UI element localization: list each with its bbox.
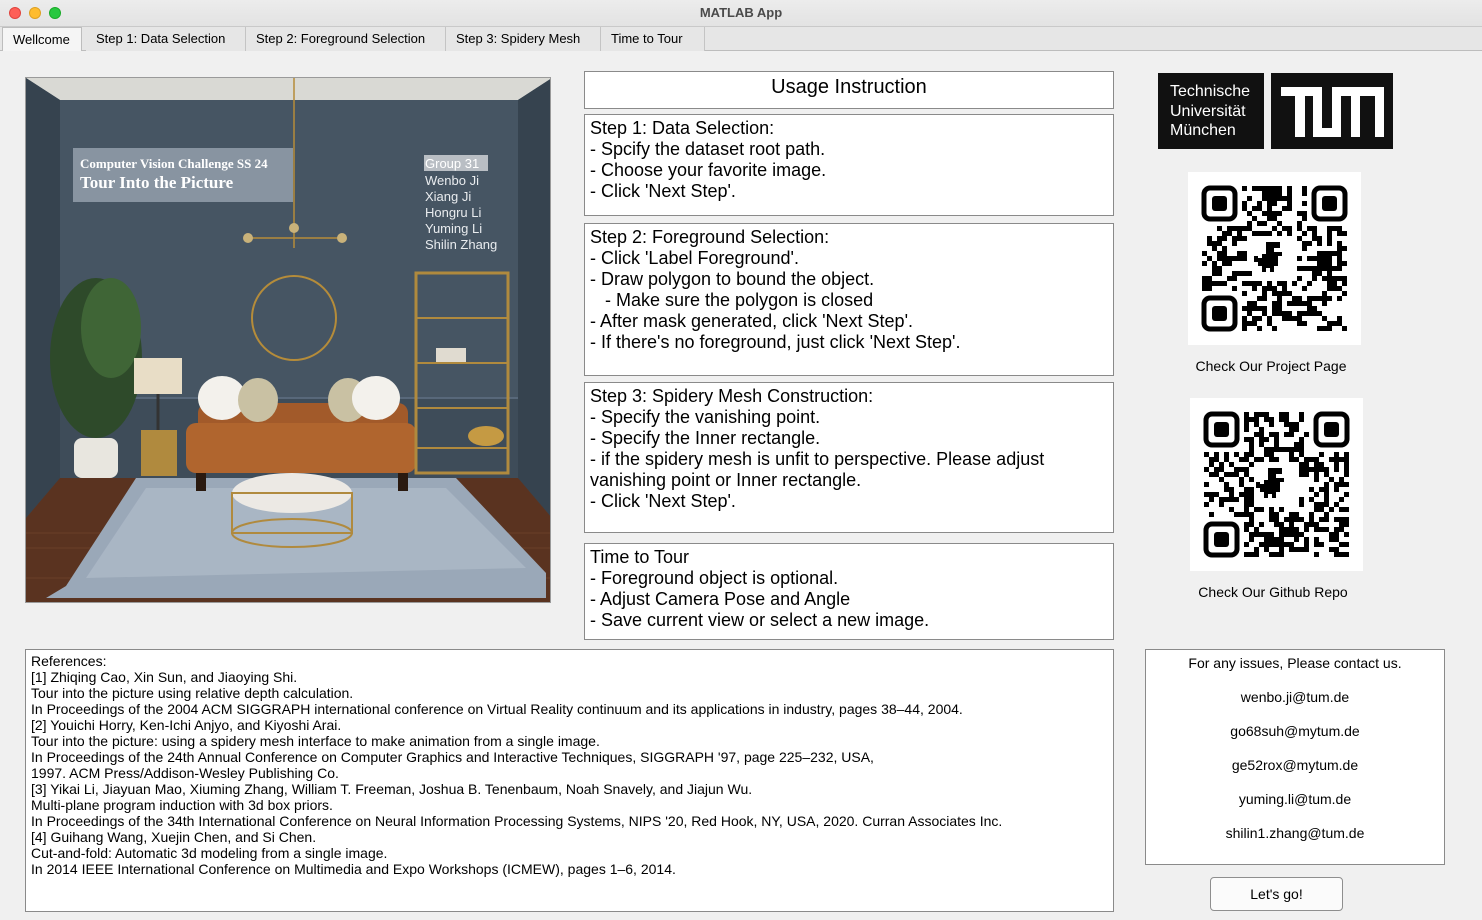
image-group-label: Group 31 bbox=[425, 156, 479, 171]
github-repo-qr-code[interactable] bbox=[1190, 398, 1363, 571]
tab-spidery-mesh[interactable]: Step 3: Spidery Mesh bbox=[446, 27, 601, 51]
tab-time-to-tour[interactable]: Time to Tour bbox=[601, 27, 705, 51]
tum-logo-mark bbox=[1271, 73, 1393, 149]
usage-title: Usage Instruction bbox=[584, 71, 1114, 109]
contact-email: go68suh@mytum.de bbox=[1230, 723, 1360, 739]
contact-email: yuming.li@tum.de bbox=[1238, 791, 1352, 807]
image-member: Xiang Ji bbox=[425, 189, 471, 204]
contact-email: shilin1.zhang@tum.de bbox=[1225, 825, 1365, 841]
contact-email: wenbo.ji@tum.de bbox=[1240, 689, 1350, 705]
tab-welcome[interactable]: Wellcome bbox=[2, 27, 82, 52]
tab-data-selection[interactable]: Step 1: Data Selection bbox=[86, 27, 246, 51]
contact-email: ge52rox@mytum.de bbox=[1231, 757, 1359, 773]
contact-box: For any issues, Please contact us. wenbo… bbox=[1145, 649, 1445, 865]
lets-go-button[interactable]: Let's go! bbox=[1210, 877, 1343, 911]
tab-bar: Wellcome Step 1: Data Selection Step 2: … bbox=[0, 27, 1482, 52]
image-banner-line1: Computer Vision Challenge SS 24 bbox=[80, 156, 268, 171]
tab-foreground-selection[interactable]: Step 2: Foreground Selection bbox=[246, 27, 446, 51]
tour-instructions: Time to Tour - Foreground object is opti… bbox=[584, 543, 1114, 640]
step3-instructions: Step 3: Spidery Mesh Construction: - Spe… bbox=[584, 382, 1114, 533]
welcome-panel: Computer Vision Challenge SS 24 Tour Int… bbox=[0, 51, 1482, 920]
project-page-qr-code[interactable] bbox=[1188, 172, 1361, 345]
step2-instructions: Step 2: Foreground Selection: - Click 'L… bbox=[584, 223, 1114, 376]
step1-instructions: Step 1: Data Selection: - Spcify the dat… bbox=[584, 114, 1114, 216]
image-member: Yuming Li bbox=[425, 221, 482, 236]
image-member: Wenbo Ji bbox=[425, 173, 479, 188]
references-text: References: [1] Zhiqing Cao, Xin Sun, an… bbox=[25, 649, 1114, 912]
contact-heading: For any issues, Please contact us. bbox=[1188, 655, 1402, 671]
github-repo-caption: Check Our Github Repo bbox=[1198, 584, 1348, 600]
image-member: Hongru Li bbox=[425, 205, 481, 220]
tum-logo-text: Technische Universität München bbox=[1158, 73, 1264, 149]
image-banner-line2: Tour Into the Picture bbox=[80, 173, 234, 192]
window-title: MATLAB App bbox=[699, 5, 783, 20]
project-page-caption: Check Our Project Page bbox=[1195, 358, 1347, 374]
app-window: MATLAB App Wellcome Step 1: Data Selecti… bbox=[0, 0, 1482, 920]
title-image: Computer Vision Challenge SS 24 Tour Int… bbox=[25, 77, 551, 603]
title-bar: MATLAB App bbox=[0, 0, 1482, 27]
image-member: Shilin Zhang bbox=[425, 237, 497, 252]
